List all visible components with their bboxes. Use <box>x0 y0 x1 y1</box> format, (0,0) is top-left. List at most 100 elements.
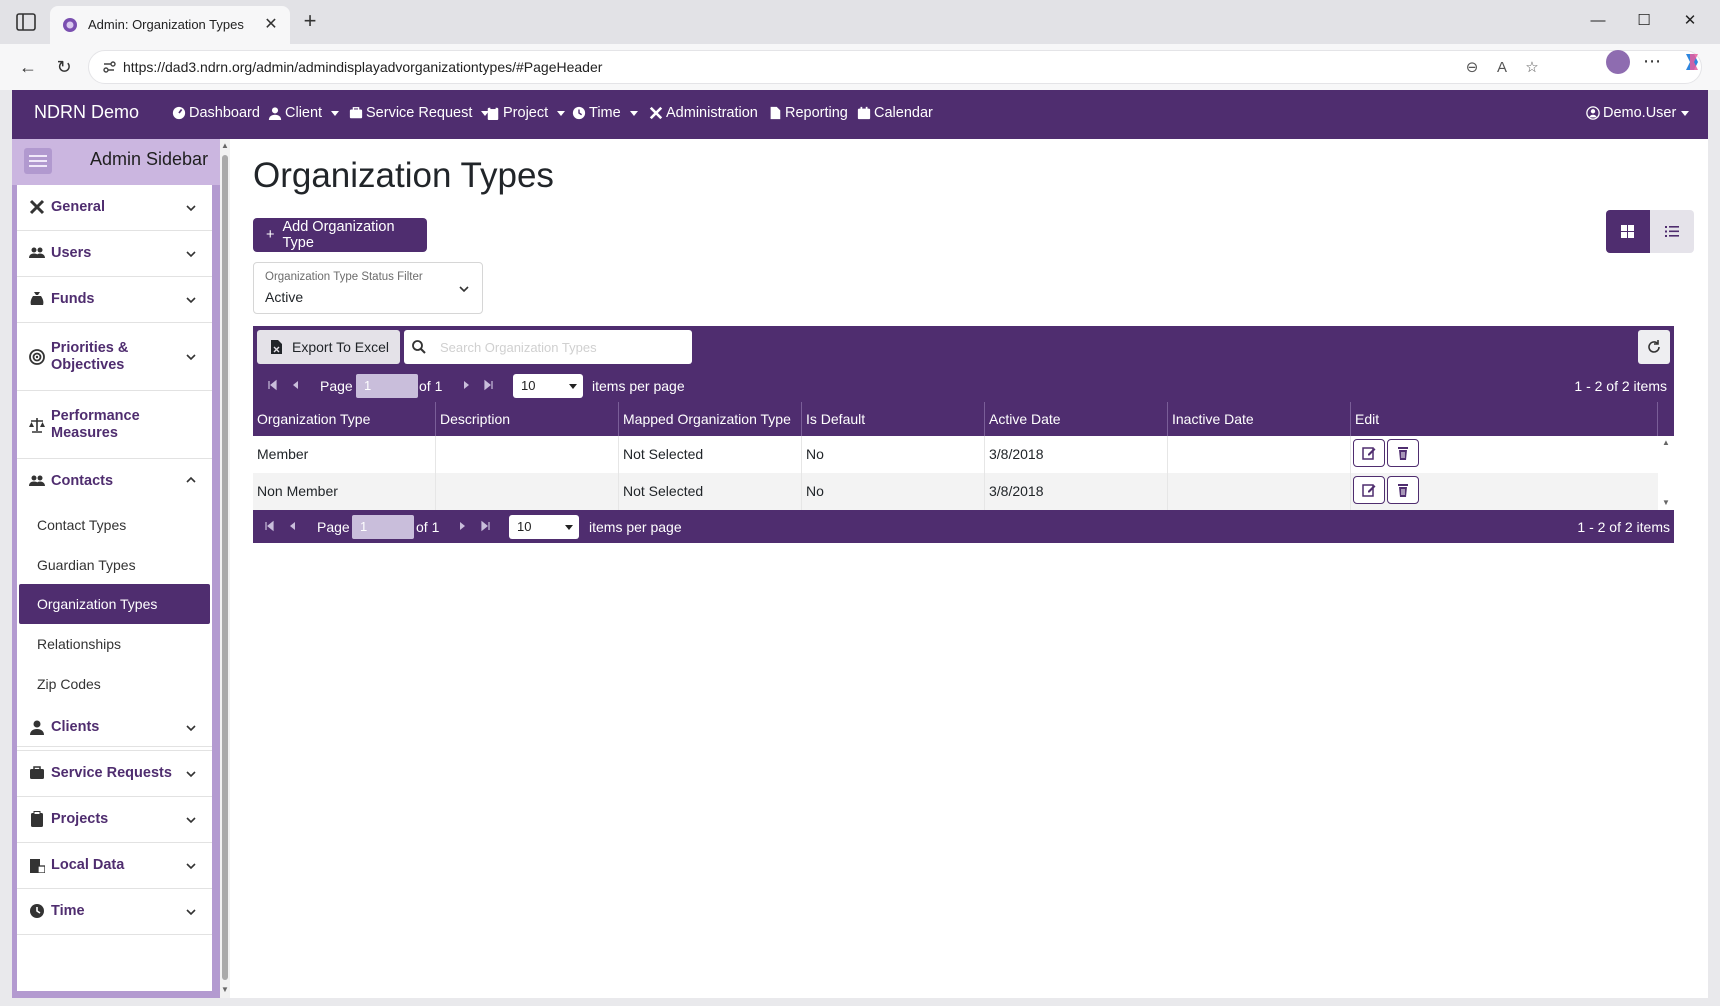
scroll-down-icon[interactable]: ▼ <box>221 985 229 995</box>
sidebar-section-label: General <box>51 199 105 215</box>
column-header-mapped-type[interactable]: Mapped Organization Type <box>619 402 802 436</box>
column-header-is-default[interactable]: Is Default <box>802 402 985 436</box>
brand-link[interactable]: NDRN Demo <box>34 102 139 123</box>
sidebar-item-label: Relationships <box>37 636 122 652</box>
page-total: of 1 <box>419 378 443 394</box>
browser-tab[interactable]: Admin: Organization Types ✕ <box>50 6 290 44</box>
sidebar-section-users[interactable]: Users <box>17 231 212 277</box>
sidebar-section-priorities[interactable]: Priorities & Objectives <box>17 323 212 391</box>
users-icon <box>29 247 45 258</box>
hamburger-menu-icon[interactable] <box>24 148 52 174</box>
edit-button[interactable] <box>1353 476 1385 504</box>
chevron-down-icon <box>186 354 196 361</box>
last-page-icon[interactable] <box>482 378 496 392</box>
nav-time[interactable]: Time <box>572 105 638 121</box>
sidebar-section-time[interactable]: Time <box>17 889 212 935</box>
first-page-icon[interactable] <box>262 519 276 533</box>
zoom-icon[interactable]: ⊖ <box>1461 57 1483 79</box>
caret-down-icon <box>565 525 573 530</box>
column-header-inactive-date[interactable]: Inactive Date <box>1168 402 1351 436</box>
dashboard-icon <box>172 106 186 120</box>
next-page-icon[interactable] <box>459 378 473 392</box>
more-options-icon[interactable]: ⋯ <box>1640 50 1664 74</box>
tab-actions-icon[interactable] <box>16 13 36 31</box>
nav-project[interactable]: Project <box>486 105 566 121</box>
sidebar-scrollbar[interactable]: ▲ ▼ <box>220 139 230 998</box>
user-menu[interactable]: Demo.User <box>1586 105 1690 121</box>
grid-view-button[interactable] <box>1606 210 1650 253</box>
table-row[interactable]: Non Member Not Selected No 3/8/2018 <box>253 473 1658 510</box>
sidebar-section-label: Time <box>51 903 85 919</box>
chevron-down-icon <box>186 205 196 212</box>
sidebar-item-contact-types[interactable]: Contact Types <box>19 505 210 545</box>
status-filter-select[interactable]: Organization Type Status Filter Active <box>253 262 483 314</box>
search-input[interactable] <box>438 336 684 358</box>
read-aloud-icon[interactable]: A <box>1491 57 1513 79</box>
user-name: Demo.User <box>1603 105 1677 121</box>
pager-bottom: Page 1 of 1 10 items per page 1 - 2 of 2… <box>253 510 1674 543</box>
sidebar-item-relationships[interactable]: Relationships <box>19 624 210 664</box>
page-label: Page <box>317 519 350 535</box>
first-page-icon[interactable] <box>265 378 279 392</box>
address-bar[interactable]: https://dad3.ndrn.org/admin/admindisplay… <box>88 50 1702 84</box>
page-size-select[interactable]: 10 <box>513 374 583 398</box>
refresh-button[interactable] <box>1638 330 1670 364</box>
scroll-down-icon[interactable]: ▼ <box>1661 498 1671 508</box>
new-tab-icon[interactable]: + <box>298 10 322 34</box>
previous-page-icon[interactable] <box>286 519 300 533</box>
sidebar-item-guardian-types[interactable]: Guardian Types <box>19 545 210 585</box>
nav-dashboard[interactable]: Dashboard <box>172 105 260 121</box>
column-header-description[interactable]: Description <box>436 402 619 436</box>
close-tab-icon[interactable]: ✕ <box>262 16 280 34</box>
add-organization-type-button[interactable]: + Add Organization Type <box>253 218 427 252</box>
scrollbar-thumb[interactable] <box>222 155 228 980</box>
sidebar-item-zip-codes[interactable]: Zip Codes <box>19 664 210 704</box>
page-number-input[interactable]: 1 <box>356 374 418 398</box>
grid-icon <box>1621 225 1634 238</box>
favorite-star-icon[interactable]: ☆ <box>1521 57 1543 79</box>
target-icon <box>29 349 45 365</box>
maximize-icon[interactable]: ☐ <box>1624 8 1664 34</box>
nav-label: Calendar <box>874 105 933 121</box>
next-page-icon[interactable] <box>455 519 469 533</box>
reload-icon[interactable]: ↻ <box>50 53 78 81</box>
scroll-up-icon[interactable]: ▲ <box>221 141 229 151</box>
sidebar-section-performance[interactable]: Performance Measures <box>17 391 212 459</box>
sidebar-item-organization-types[interactable]: Organization Types <box>19 584 210 624</box>
export-to-excel-button[interactable]: Export To Excel <box>257 330 400 364</box>
sidebar-section-general[interactable]: General <box>17 185 212 231</box>
nav-calendar[interactable]: Calendar <box>857 105 933 121</box>
contacts-toggle[interactable]: Contacts <box>17 459 212 505</box>
sidebar-section-clients[interactable]: Clients <box>17 705 212 751</box>
nav-client[interactable]: Client <box>268 105 340 121</box>
back-icon[interactable]: ← <box>14 53 42 81</box>
copilot-icon[interactable] <box>1680 50 1704 74</box>
scroll-up-icon[interactable]: ▲ <box>1661 438 1671 448</box>
sidebar-section-projects[interactable]: Projects <box>17 797 212 843</box>
page-number-input[interactable]: 1 <box>352 515 414 539</box>
nav-administration[interactable]: Administration <box>649 105 758 121</box>
edit-button[interactable] <box>1353 439 1385 467</box>
nav-service-request[interactable]: Service Request <box>349 105 490 121</box>
profile-avatar[interactable] <box>1606 50 1630 74</box>
minimize-icon[interactable]: — <box>1578 8 1618 34</box>
list-view-button[interactable] <box>1650 210 1694 253</box>
delete-button[interactable] <box>1387 476 1419 504</box>
nav-reporting[interactable]: Reporting <box>768 105 848 121</box>
address-row: ← ↻ https://dad3.ndrn.org/admin/admindis… <box>0 44 1720 90</box>
sidebar-section-local-data[interactable]: Local Data <box>17 843 212 889</box>
column-header-active-date[interactable]: Active Date <box>985 402 1168 436</box>
sidebar-section-service-requests[interactable]: Service Requests <box>17 751 212 797</box>
delete-button[interactable] <box>1387 439 1419 467</box>
site-info-icon[interactable] <box>101 59 117 75</box>
page-size-select[interactable]: 10 <box>509 515 579 539</box>
table-row[interactable]: Member Not Selected No 3/8/2018 <box>253 436 1658 473</box>
column-header-organization-type[interactable]: Organization Type <box>253 402 436 436</box>
previous-page-icon[interactable] <box>289 378 303 392</box>
clock-icon <box>572 106 586 120</box>
sidebar-section-label: Clients <box>51 719 100 735</box>
window-close-icon[interactable]: ✕ <box>1670 8 1710 34</box>
sidebar-section-funds[interactable]: Funds <box>17 277 212 323</box>
grid-scrollbar[interactable]: ▲ ▼ <box>1658 436 1674 510</box>
last-page-icon[interactable] <box>479 519 493 533</box>
